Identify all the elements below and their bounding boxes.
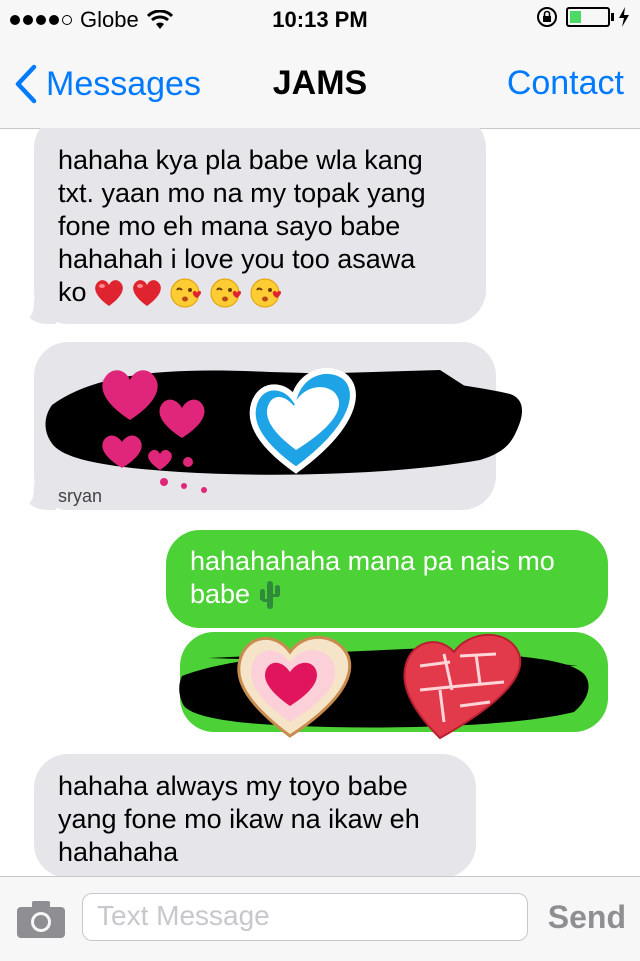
outgoing-message-bubble[interactable]: hahahahaha mana pa nais mo babe [166,530,608,628]
message-line: fone mo eh mana sayo babe [58,211,401,241]
kissing-heart-face-icon [250,278,281,307]
navigation-bar: Messages JAMS Contact [0,40,640,129]
message-text-field[interactable]: Text Message [82,893,528,941]
message-line: hahaha always my toyo babe [58,771,408,801]
pink-frosted-heart-sticker-icon [237,636,352,738]
kissing-heart-face-icon [170,278,201,307]
battery-level [570,11,581,23]
charging-bolt-icon [619,7,629,27]
send-button[interactable]: Send [548,899,626,936]
message-line: hahaha kya pla babe wla kang [58,145,423,175]
conversation-thread[interactable]: hahaha kya pla babe wla kang txt. yaan m… [0,128,640,876]
red-puzzle-heart-sticker-icon [403,634,522,740]
pink-hearts-sticker-icon [102,370,207,493]
message-line: yang fone mo ikaw na ikaw eh [58,804,420,834]
message-input-bar: Text Message Send [0,876,640,961]
message-line: hahahahaha mana pa nais mo [190,546,555,576]
cactus-icon [260,580,281,609]
message-line: txt. yaan mo na my topak yang [58,178,426,208]
message-line-with-emoji: ko [58,276,462,309]
contact-button[interactable]: Contact [507,64,624,103]
rotation-lock-icon [537,7,557,27]
incoming-message-bubble[interactable]: hahaha kya pla babe wla kang txt. yaan m… [34,128,486,324]
blue-heart-sticker-icon [249,368,356,474]
message-line: hahahah i love you too asawa [58,244,416,274]
battery-icon [566,7,614,27]
message-line: ko [58,277,87,307]
status-right [536,6,630,28]
message-line-with-emoji: babe [190,578,586,611]
camera-icon[interactable] [16,899,66,939]
message-line: babe [190,579,251,609]
incoming-message-bubble[interactable]: hahaha always my toyo babe yang fone mo … [34,754,476,876]
red-heart-icon [132,279,161,306]
kissing-heart-face-icon [210,278,241,307]
red-heart-icon [94,279,123,306]
status-bar: Globe 10:13 PM [0,0,640,40]
message-line: hahahaha [58,837,179,867]
